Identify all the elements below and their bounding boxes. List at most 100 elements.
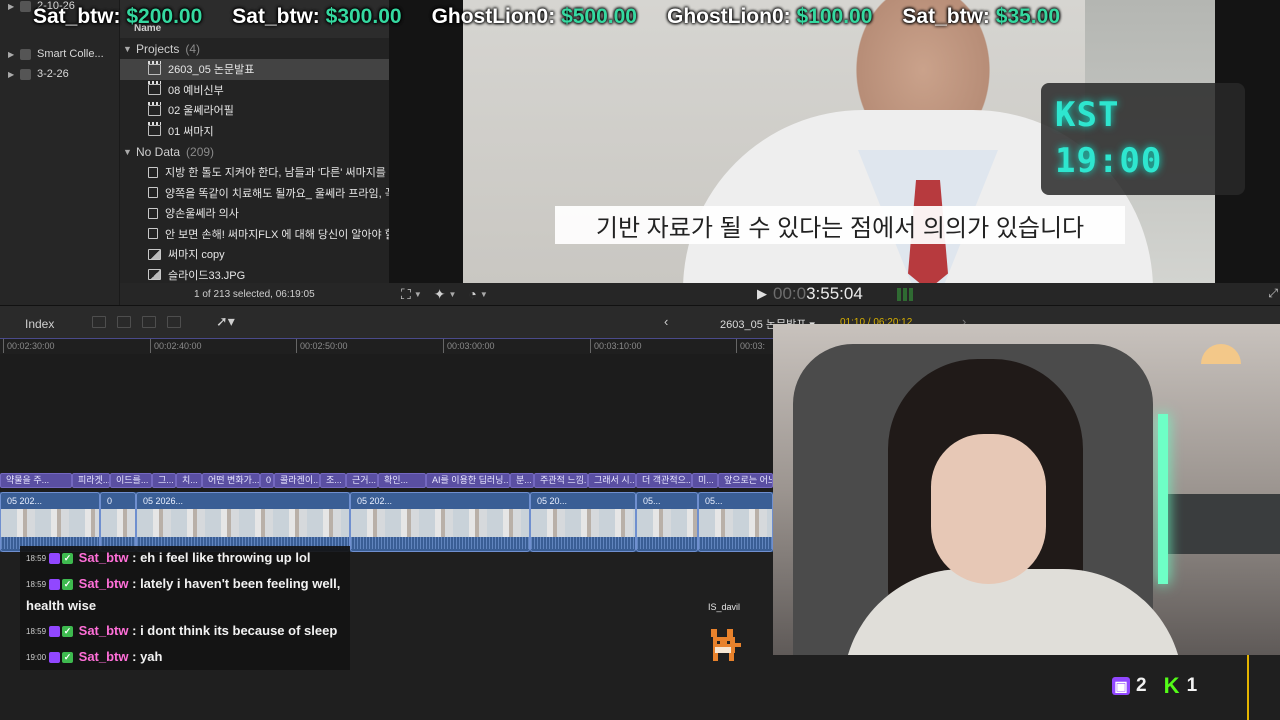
projects-group[interactable]: ▼ Projects (4) [120, 38, 389, 59]
caption-clip[interactable]: 어떤 변화가... [202, 473, 260, 488]
caption-clip[interactable]: 확인... [378, 473, 426, 488]
viewer-timecode[interactable]: 00:03:55:04 [773, 284, 863, 304]
pet-name: IS_davil [708, 602, 741, 612]
transform-icon[interactable]: ⛶ [401, 286, 411, 303]
chat-message: 18:59 ✓ Sat_btw : i dont think its becaus… [26, 623, 338, 639]
chat-username: Sat_btw [78, 649, 129, 665]
disclosure-triangle-icon[interactable]: ▶ [8, 50, 18, 59]
clip-waveform [637, 537, 697, 549]
checkmark-badge-icon: ✓ [62, 579, 74, 591]
caption-clip[interactable]: 피라겟... [72, 473, 110, 488]
clip-connect-icon[interactable] [92, 316, 106, 328]
title-lines-icon [148, 207, 158, 219]
playhead-line [1247, 655, 1249, 720]
clip-filmstrip [351, 509, 529, 537]
video-clip[interactable]: 05 202... [350, 492, 530, 552]
clip-item[interactable]: 써마지 copy [120, 244, 389, 265]
caption-clip[interactable]: 앞으로는 어느... [718, 473, 773, 488]
chat-message: 18:59 ✓ Sat_btw : eh i feel like throwing… [26, 550, 311, 565]
lamp [1201, 344, 1241, 364]
no-data-group[interactable]: ▼ No Data (209) [120, 141, 389, 162]
chat-message: 19:00 ✓ Sat_btw : yah [26, 649, 163, 665]
chevron-down-icon[interactable]: ▼ [448, 290, 456, 299]
background-shelf [1168, 494, 1280, 554]
disclosure-triangle-icon[interactable]: ▶ [8, 2, 18, 11]
kick-icon: K [1163, 673, 1180, 698]
disclosure-triangle-icon[interactable]: ▼ [123, 147, 136, 157]
video-clip[interactable]: 05 2026... [136, 492, 350, 552]
kick-viewer-count: 1 [1186, 675, 1198, 696]
fullscreen-icon[interactable]: ⤢ [1268, 286, 1278, 301]
nav-back-icon[interactable]: ‹ [664, 314, 668, 329]
clip-filmstrip [101, 509, 135, 537]
caption-clip[interactable]: 치... [176, 473, 202, 488]
clip-waveform [351, 537, 529, 549]
name-column-header[interactable]: Name [134, 23, 161, 34]
checkmark-badge-icon: ✓ [62, 626, 74, 638]
ruler-tick: 00:03:00:00 [443, 339, 495, 353]
library-item[interactable]: ▶ 2-10-26 [0, 0, 119, 16]
video-clip[interactable]: 05 20... [530, 492, 636, 552]
clip-overwrite-icon[interactable] [167, 316, 181, 328]
clip-item[interactable]: 안 보면 손해! 써마지FLX 에 대해 당신이 알아야 할 [120, 224, 389, 245]
caption-clip[interactable]: AI를 이용한 딥러닝... [426, 473, 510, 488]
disclosure-triangle-icon[interactable]: ▶ [8, 70, 18, 79]
clip-append-icon[interactable] [142, 316, 156, 328]
library-item[interactable]: ▶ Smart Colle... [0, 44, 119, 64]
clip-insert-icon[interactable] [117, 316, 131, 328]
chevron-down-icon[interactable]: ▼ [480, 290, 488, 299]
library-item[interactable]: ▶ 3-2-26 [0, 64, 119, 84]
speed-gauge-icon[interactable]: ◔ [468, 286, 476, 302]
project-item[interactable]: 2603_05 논문발표 [120, 59, 389, 80]
stream-screen: ▶ 2-10-26 ▶ Smart Colle... ▶ 3-2-26 Name ▼ … [0, 0, 1280, 720]
magic-wand-icon[interactable]: ✦ [434, 286, 446, 303]
caption-clip[interactable]: 이드를... [110, 473, 152, 488]
caption-clip[interactable]: 그래서 시... [588, 473, 636, 488]
timeline-ruler[interactable]: 00:02:30:00 00:02:40:00 00:02:50:00 00:0… [0, 338, 773, 354]
video-clip[interactable]: 05... [636, 492, 698, 552]
video-clip[interactable]: 05... [698, 492, 773, 552]
play-icon[interactable]: ▶ [757, 286, 767, 302]
twitch-icon: ▣ [1112, 677, 1130, 695]
clip-item[interactable]: 양손울쎄라 의사 [120, 203, 389, 224]
image-icon [148, 248, 161, 260]
caption-clip[interactable]: 더 객관적으... [636, 473, 692, 488]
video-subtitle: 기반 자료가 될 수 있다는 점에서 의의가 있습니다 [555, 206, 1125, 244]
video-clip[interactable]: 0 [100, 492, 136, 552]
clip-waveform [531, 537, 635, 549]
project-item[interactable]: 01 써마지 [120, 121, 389, 142]
clip-item[interactable]: 양쪽을 똑같이 치료해도 될까요_ 울쎄라 프라임, 꼭 [120, 183, 389, 204]
chevron-down-icon[interactable]: ▼ [414, 290, 422, 299]
caption-clip[interactable]: 근거... [346, 473, 378, 488]
caption-clip[interactable]: 그... [152, 473, 176, 488]
chat-overlay: 18:59 ✓ Sat_btw : eh i feel like throwing… [20, 546, 350, 670]
clip-item[interactable]: 지방 한 톨도 지켜야 한다, 남들과 '다른' 써마지를 고 [120, 162, 389, 183]
caption-clip[interactable]: 미... [692, 473, 718, 488]
video-clip[interactable]: 05 202... [0, 492, 100, 552]
clip-item[interactable]: 슬라이드33.JPG [120, 265, 389, 286]
browser-panel: Name ▼ Projects (4) 2603_05 논문발표 08 예비신부… [120, 0, 389, 305]
kst-time: 19:00 [1055, 141, 1163, 181]
checkmark-badge-icon: ✓ [62, 652, 74, 664]
caption-clip[interactable]: 분... [510, 473, 534, 488]
caption-clip[interactable]: 콜라겐이... [274, 473, 320, 488]
project-clapper-icon [148, 122, 161, 137]
caption-clip[interactable]: 조... [320, 473, 346, 488]
smart-collection-icon [20, 48, 31, 60]
project-clapper-icon [148, 60, 161, 75]
caption-clip[interactable]: 약물을 주... [0, 473, 72, 488]
select-tool-icon[interactable]: ➚▾ [216, 313, 235, 330]
project-item[interactable]: 08 예비신부 [120, 80, 389, 101]
twitch-badge-icon [49, 579, 61, 591]
caption-clip[interactable]: 주관적 느낌... [534, 473, 588, 488]
index-button[interactable]: Index [25, 317, 54, 331]
disclosure-triangle-icon[interactable]: ▼ [123, 44, 136, 54]
libraries-sidebar: ▶ 2-10-26 ▶ Smart Colle... ▶ 3-2-26 [0, 0, 120, 305]
caption-clip[interactable]: 0 [260, 473, 274, 488]
project-clapper-icon [148, 81, 161, 96]
video-clip-lane: 05 202... 0 05 2026... 05 202... 05 20..… [0, 492, 773, 552]
viewer-panel: 기반 자료가 될 수 있다는 점에서 의의가 있습니다 KST 19:00 ⛶ ▼… [389, 0, 1280, 305]
project-item[interactable]: 02 울쎄라어필 [120, 100, 389, 121]
browser-status-text: 1 of 213 selected, 06:19:05 [120, 283, 389, 305]
document-icon [148, 228, 158, 240]
